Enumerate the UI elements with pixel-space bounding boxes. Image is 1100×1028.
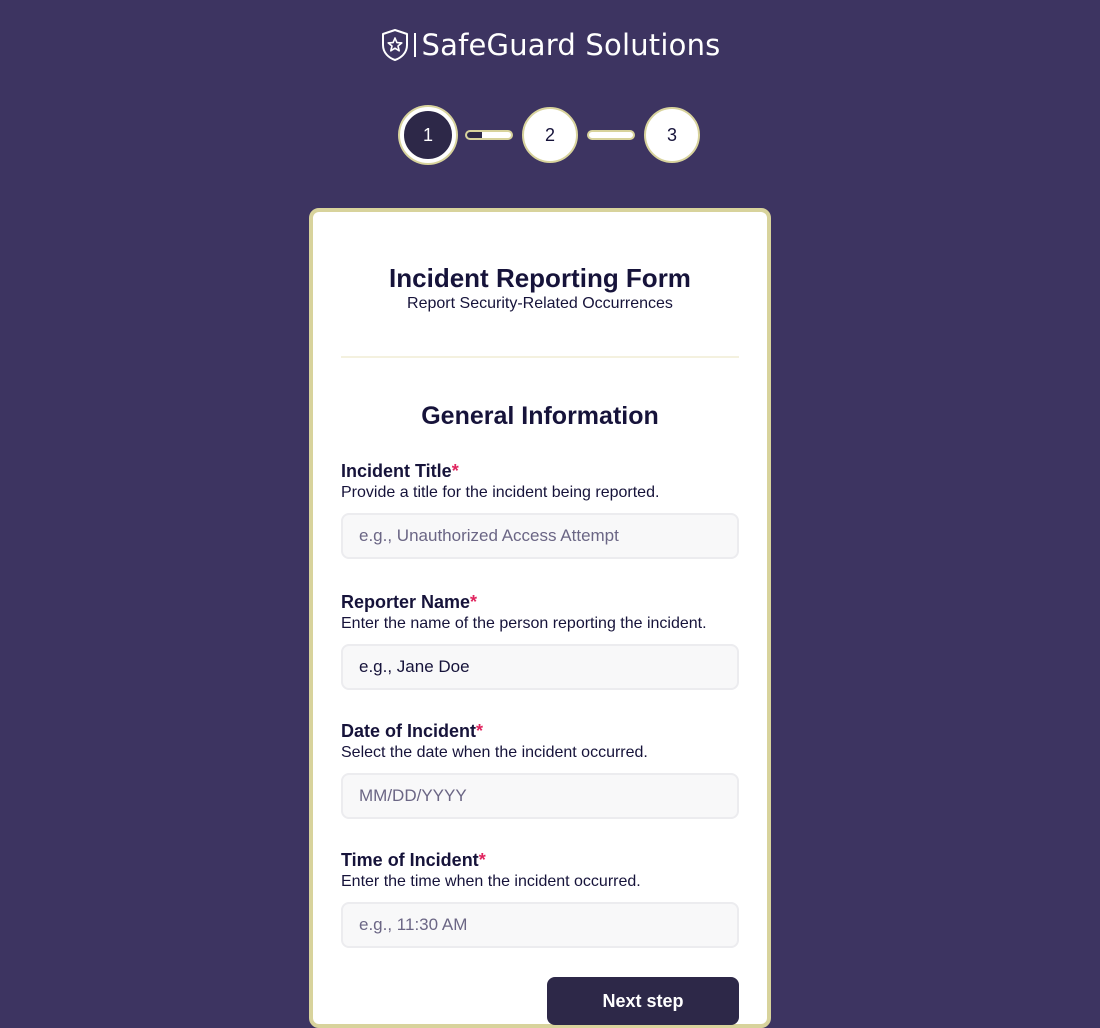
shield-star-icon bbox=[381, 29, 408, 61]
brand-header: SafeGuard Solutions bbox=[0, 28, 1100, 62]
field-reporter-name: Reporter Name* Enter the name of the per… bbox=[341, 591, 739, 690]
step-connector-1 bbox=[465, 130, 513, 140]
step-3[interactable]: 3 bbox=[644, 107, 700, 163]
field-label-text: Date of Incident bbox=[341, 721, 477, 741]
brand-name: SafeGuard Solutions bbox=[421, 28, 721, 62]
step-connector-2 bbox=[587, 130, 635, 140]
section-title: General Information bbox=[421, 402, 659, 430]
field-label-text: Time of Incident bbox=[341, 850, 479, 870]
step-connector-1-fill bbox=[467, 132, 483, 138]
form-subtitle: Report Security-Related Occurrences bbox=[407, 295, 673, 312]
header-divider bbox=[341, 356, 739, 358]
required-marker: * bbox=[451, 461, 459, 481]
incident-title-input[interactable] bbox=[341, 513, 739, 559]
field-date-of-incident: Date of Incident* Select the date when t… bbox=[341, 720, 739, 819]
field-help: Enter the name of the person reporting t… bbox=[341, 615, 707, 632]
field-help: Provide a title for the incident being r… bbox=[341, 484, 660, 501]
field-label: Time of Incident* bbox=[341, 849, 739, 871]
field-label: Reporter Name* bbox=[341, 591, 739, 613]
field-help: Select the date when the incident occurr… bbox=[341, 744, 648, 761]
form-title: Incident Reporting Form bbox=[389, 263, 691, 293]
time-of-incident-input[interactable] bbox=[341, 902, 739, 948]
progress-stepper: 1 2 3 bbox=[0, 107, 1100, 163]
form-header: Incident Reporting Form Report Security-… bbox=[313, 212, 767, 314]
form-card: Incident Reporting Form Report Security-… bbox=[309, 208, 771, 1028]
field-label: Date of Incident* bbox=[341, 720, 739, 742]
field-incident-title: Incident Title* Provide a title for the … bbox=[341, 460, 739, 559]
field-label-text: Reporter Name bbox=[341, 592, 471, 612]
next-step-button[interactable]: Next step bbox=[547, 977, 739, 1025]
required-marker: * bbox=[478, 850, 486, 870]
brand-separator bbox=[413, 33, 416, 57]
reporter-name-input[interactable] bbox=[341, 644, 739, 690]
form-actions: Next step bbox=[341, 977, 739, 1025]
field-help: Enter the time when the incident occurre… bbox=[341, 873, 641, 890]
step-1[interactable]: 1 bbox=[400, 107, 456, 163]
field-label-text: Incident Title bbox=[341, 461, 452, 481]
required-marker: * bbox=[470, 592, 478, 612]
field-time-of-incident: Time of Incident* Enter the time when th… bbox=[341, 849, 739, 948]
required-marker: * bbox=[476, 721, 484, 741]
date-of-incident-input[interactable] bbox=[341, 773, 739, 819]
step-2[interactable]: 2 bbox=[522, 107, 578, 163]
field-label: Incident Title* bbox=[341, 460, 739, 482]
